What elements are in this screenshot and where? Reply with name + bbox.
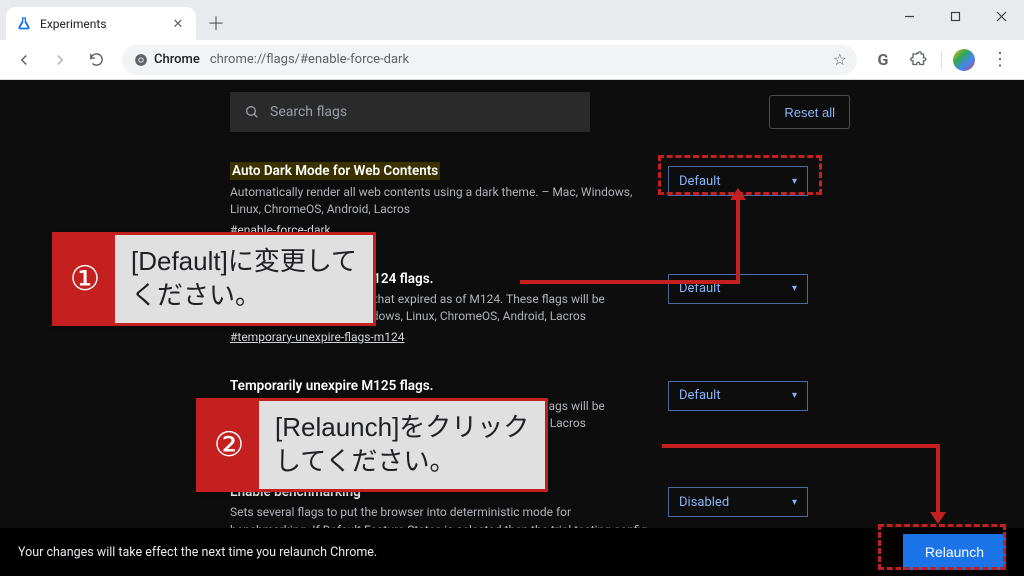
search-placeholder: Search flags xyxy=(270,104,347,120)
forward-button[interactable] xyxy=(44,44,76,76)
flag-hash-link[interactable]: #temporary-unexpire-flags-m124 xyxy=(230,330,405,344)
flag-select[interactable]: Default ▾ xyxy=(668,381,808,411)
browser-toolbar: Chrome chrome://flags/#enable-force-dark… xyxy=(0,40,1024,80)
close-window-button[interactable] xyxy=(978,0,1024,32)
extensions-icon[interactable] xyxy=(903,44,935,76)
url-path: chrome://flags/#enable-force-dark xyxy=(210,52,409,67)
g-extension-icon[interactable]: G xyxy=(867,44,899,76)
address-bar[interactable]: Chrome chrome://flags/#enable-force-dark… xyxy=(122,45,857,75)
profile-avatar[interactable] xyxy=(948,44,980,76)
reset-all-button[interactable]: Reset all xyxy=(769,95,850,129)
separator xyxy=(941,51,942,69)
callout-1: ① [Default]に変更してください。 xyxy=(52,232,376,326)
tab-title: Experiments xyxy=(40,17,107,31)
maximize-button[interactable] xyxy=(932,0,978,32)
reload-button[interactable] xyxy=(80,44,112,76)
relaunch-msg: Your changes will take effect the next t… xyxy=(18,545,377,560)
new-tab-button[interactable]: ＋ xyxy=(202,9,230,37)
window-controls xyxy=(886,0,1024,40)
flag-select[interactable]: Default ▾ xyxy=(668,166,808,196)
chevron-down-icon: ▾ xyxy=(792,283,797,294)
url-origin: Chrome xyxy=(134,52,200,67)
titlebar: Experiments ✕ ＋ xyxy=(0,0,1024,40)
search-flags-input[interactable]: Search flags xyxy=(230,92,590,132)
star-icon[interactable]: ☆ xyxy=(833,50,847,69)
back-button[interactable] xyxy=(8,44,40,76)
flag-select[interactable]: Default ▾ xyxy=(668,274,808,304)
browser-tab[interactable]: Experiments ✕ xyxy=(6,7,196,41)
chrome-icon xyxy=(134,53,148,67)
callout-number: ② xyxy=(199,401,259,489)
flag-title: Auto Dark Mode for Web Contents xyxy=(230,162,440,180)
kebab-menu-icon[interactable]: ⋮ xyxy=(984,44,1016,76)
close-icon[interactable]: ✕ xyxy=(170,16,186,32)
relaunch-bar: Your changes will take effect the next t… xyxy=(0,528,1024,576)
chevron-down-icon: ▾ xyxy=(792,176,797,187)
callout-2: ② [Relaunch]をクリックしてください。 xyxy=(196,398,548,492)
callout-text: [Default]に変更してください。 xyxy=(115,235,373,323)
scroll-area[interactable]: Search flags Reset all Auto Dark Mode fo… xyxy=(0,80,1024,576)
search-icon xyxy=(244,104,260,120)
callout-number: ① xyxy=(55,235,115,323)
chevron-down-icon: ▾ xyxy=(792,390,797,401)
chevron-down-icon: ▾ xyxy=(792,497,797,508)
minimize-button[interactable] xyxy=(886,0,932,32)
flag-desc: Automatically render all web contents us… xyxy=(230,184,650,219)
flask-icon xyxy=(16,16,32,32)
callout-text: [Relaunch]をクリックしてください。 xyxy=(259,401,545,489)
page-content: Search flags Reset all Auto Dark Mode fo… xyxy=(0,80,1024,576)
flag-title: Temporarily unexpire M125 flags. xyxy=(230,378,434,394)
relaunch-button[interactable]: Relaunch xyxy=(903,534,1006,570)
flag-select[interactable]: Disabled ▾ xyxy=(668,487,808,517)
